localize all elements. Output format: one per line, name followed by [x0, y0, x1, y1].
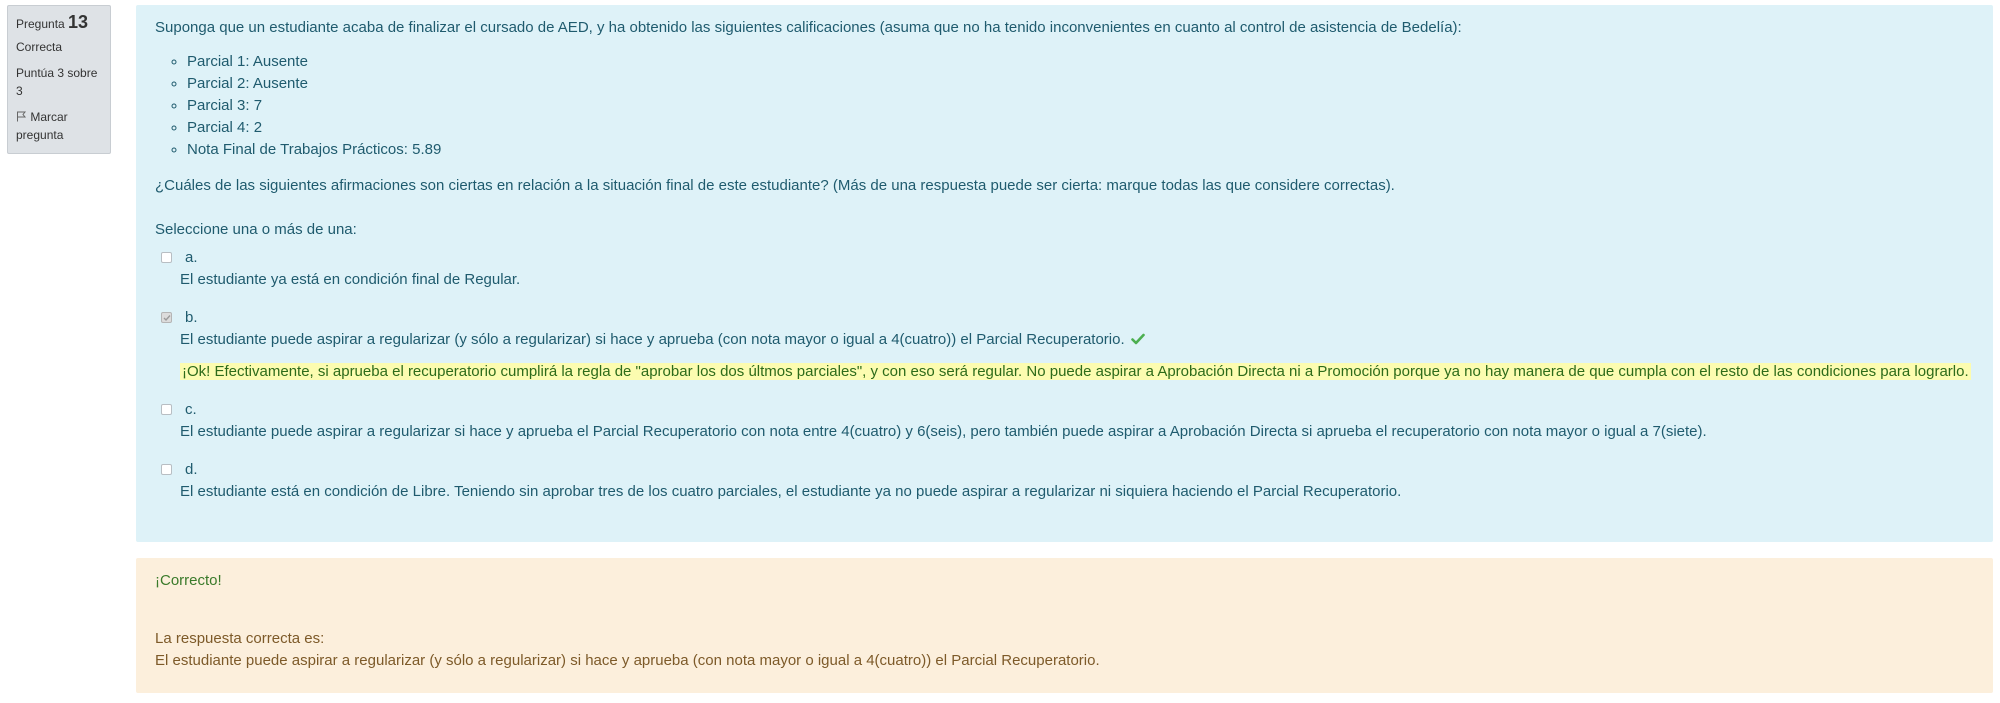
answer-letter: b.: [185, 309, 198, 326]
question-prompt-text: ¿Cuáles de las siguientes afirmaciones s…: [155, 177, 1395, 194]
question-intro: Suponga que un estudiante acaba de final…: [155, 19, 1462, 36]
answer-letter: c.: [185, 401, 197, 418]
question-state: Correcta: [16, 40, 63, 54]
answer-text: El estudiante está en condición de Libre…: [180, 483, 1402, 500]
question-info-panel: Pregunta 13 Correcta Puntúa 3 sobre 3 Ma…: [7, 5, 111, 154]
answer-text: El estudiante ya está en condición final…: [180, 271, 521, 288]
answer-checkbox-d[interactable]: [161, 464, 172, 475]
answer-letter: a.: [185, 249, 198, 266]
grade-item: Parcial 4: 2: [187, 117, 1974, 139]
answer-checkbox-b[interactable]: [161, 312, 172, 323]
answer-option-c[interactable]: c. El estudiante puede aspirar a regular…: [155, 399, 1974, 443]
check-icon: [1131, 330, 1145, 352]
grade-item: Parcial 3: 7: [187, 95, 1974, 117]
answer-prompt: Seleccione una o más de una:: [155, 221, 357, 238]
answer-letter: d.: [185, 461, 198, 478]
answer-text: El estudiante puede aspirar a regulariza…: [180, 331, 1125, 348]
flag-icon: [16, 110, 27, 124]
grade-item: Parcial 2: Ausente: [187, 73, 1974, 95]
answer-option-a[interactable]: a. El estudiante ya está en condición fi…: [155, 247, 1974, 291]
question-text: Suponga que un estudiante acaba de final…: [155, 17, 1974, 197]
general-feedback: ¡Correcto!: [155, 572, 222, 589]
answer-options: a. El estudiante ya está en condición fi…: [155, 247, 1974, 503]
question-formulation: Suponga que un estudiante acaba de final…: [136, 5, 1993, 542]
question-label: Pregunta: [16, 17, 65, 31]
grades-list: Parcial 1: Ausente Parcial 2: Ausente Pa…: [155, 51, 1974, 161]
question-number-line: Pregunta 13: [16, 13, 102, 33]
question-outcome: ¡Correcto! La respuesta correcta es: El …: [136, 558, 1993, 693]
answer-text: El estudiante puede aspirar a regulariza…: [180, 423, 1707, 440]
answer-checkbox-c[interactable]: [161, 404, 172, 415]
question-number: 13: [68, 12, 89, 32]
question-grade: Puntúa 3 sobre 3: [16, 66, 98, 98]
answer-feedback: ¡Ok! Efectivamente, si aprueba el recupe…: [180, 363, 1971, 380]
answer-text-line: El estudiante puede aspirar a regulariza…: [180, 329, 1974, 352]
answer-option-d[interactable]: d. El estudiante está en condición de Li…: [155, 459, 1974, 503]
answer-option-b[interactable]: b. El estudiante puede aspirar a regular…: [155, 307, 1974, 383]
grade-item: Nota Final de Trabajos Prácticos: 5.89: [187, 139, 1974, 161]
right-answer-text: El estudiante puede aspirar a regulariza…: [155, 652, 1100, 669]
answer-checkbox-a[interactable]: [161, 252, 172, 263]
answer-feedback-wrapper: ¡Ok! Efectivamente, si aprueba el recupe…: [180, 361, 1974, 383]
grade-item: Parcial 1: Ausente: [187, 51, 1974, 73]
flag-question-link[interactable]: Marcar pregunta: [16, 108, 102, 144]
right-answer-label: La respuesta correcta es:: [155, 630, 325, 647]
